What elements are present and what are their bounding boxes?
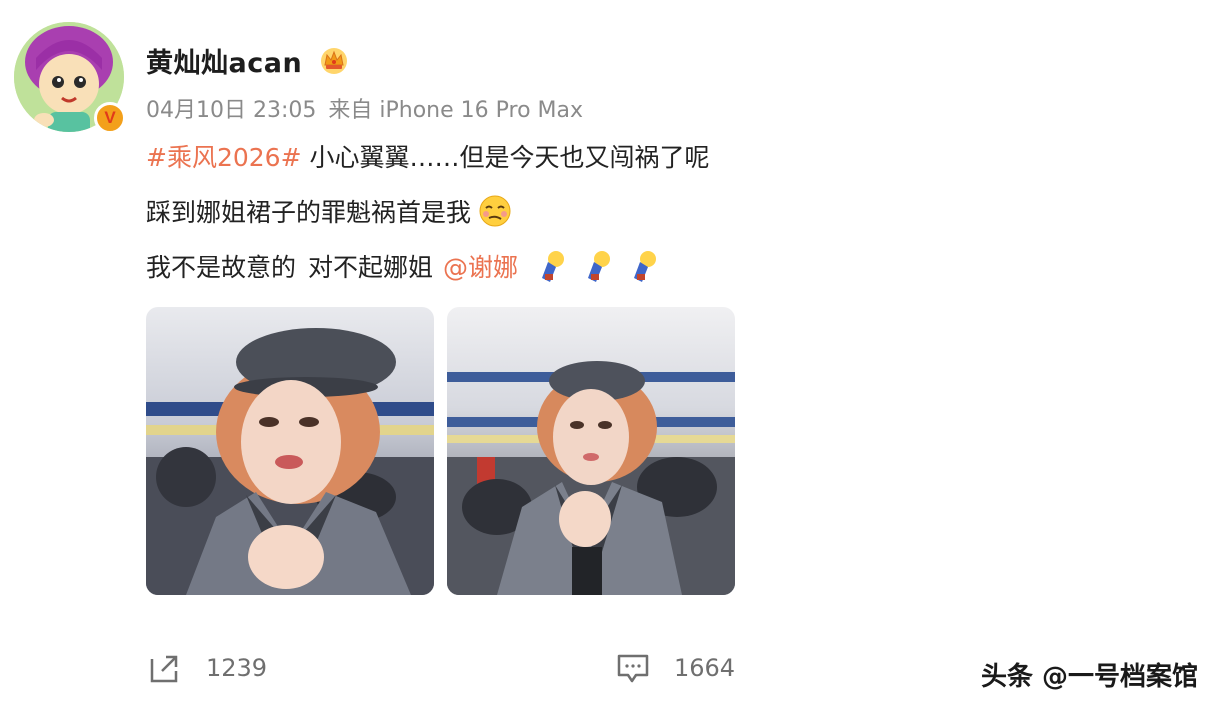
post-photo-1[interactable] bbox=[146, 307, 434, 595]
post-text: 我不是故意的 bbox=[146, 253, 297, 282]
comment-icon bbox=[617, 654, 649, 683]
lightbulb-emoji-icon bbox=[542, 251, 565, 282]
username[interactable]: 黄灿灿acan bbox=[146, 41, 302, 80]
post-photo-2[interactable] bbox=[447, 307, 735, 595]
weibo-post: V 黄灿灿acan 04月10日 23:05 来自 iPhone 16 Pro … bbox=[0, 0, 1218, 712]
share-count: 1239 bbox=[206, 654, 268, 682]
lightbulb-emoji-icon bbox=[634, 251, 657, 282]
comment-count: 1664 bbox=[674, 654, 736, 682]
share-icon bbox=[150, 655, 178, 683]
post-text-line-1: #乘风2026# 小心翼翼……但是今天也又闯祸了呢 bbox=[146, 138, 710, 174]
timestamp[interactable]: 04月10日 23:05 bbox=[146, 92, 316, 124]
post-text: 小心翼翼……但是今天也又闯祸了呢 bbox=[309, 143, 710, 172]
watermark: 头条 @一号档案馆 bbox=[980, 662, 1198, 692]
woozy-face-emoji-icon bbox=[479, 195, 511, 227]
crown-icon[interactable] bbox=[318, 44, 350, 76]
lightbulb-emoji-icon bbox=[588, 251, 611, 282]
post-text-line-2: 踩到娜姐裙子的罪魁祸首是我 bbox=[146, 193, 513, 229]
hashtag-link[interactable]: #乘风2026# bbox=[146, 138, 302, 174]
verified-badge-icon: V bbox=[94, 102, 126, 134]
mention-link[interactable]: @谢娜 bbox=[443, 248, 518, 284]
comment-action[interactable]: 1664 bbox=[616, 648, 735, 688]
post-text: 对不起娜姐 bbox=[308, 253, 434, 282]
post-header: 黄灿灿acan bbox=[146, 38, 350, 82]
post-text-line-3: 我不是故意的 对不起娜姐 @谢娜 bbox=[146, 248, 660, 284]
post-text: 踩到娜姐裙子的罪魁祸首是我 bbox=[146, 198, 472, 227]
post-source: 来自 iPhone 16 Pro Max bbox=[328, 98, 584, 123]
share-action[interactable]: 1239 bbox=[148, 648, 267, 688]
avatar[interactable]: V bbox=[14, 22, 126, 134]
post-meta: 04月10日 23:05 来自 iPhone 16 Pro Max bbox=[146, 92, 583, 124]
